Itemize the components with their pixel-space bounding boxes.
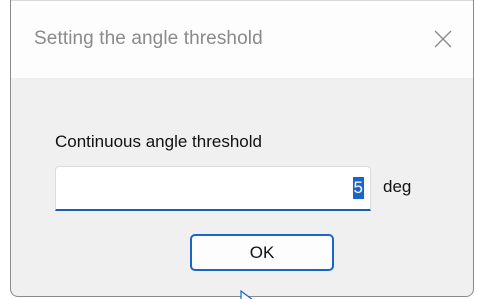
unit-label: deg xyxy=(383,177,412,196)
angle-threshold-dialog: Setting the angle threshold Continuous a… xyxy=(10,0,474,297)
angle-threshold-input[interactable]: 5 xyxy=(55,166,371,211)
angle-threshold-label: Continuous angle threshold xyxy=(55,132,262,151)
close-icon xyxy=(434,30,452,48)
screen: Setting the angle threshold Continuous a… xyxy=(0,0,477,299)
angle-threshold-value[interactable]: 5 xyxy=(352,177,364,199)
ok-button-label: OK xyxy=(249,242,275,262)
title-bar: Setting the angle threshold xyxy=(11,0,473,78)
close-button[interactable] xyxy=(413,0,473,78)
dialog-title: Setting the angle threshold xyxy=(34,28,263,49)
ok-button[interactable]: OK xyxy=(190,234,334,271)
mouse-pointer-icon xyxy=(240,288,254,299)
title-bar-edge xyxy=(11,0,473,1)
